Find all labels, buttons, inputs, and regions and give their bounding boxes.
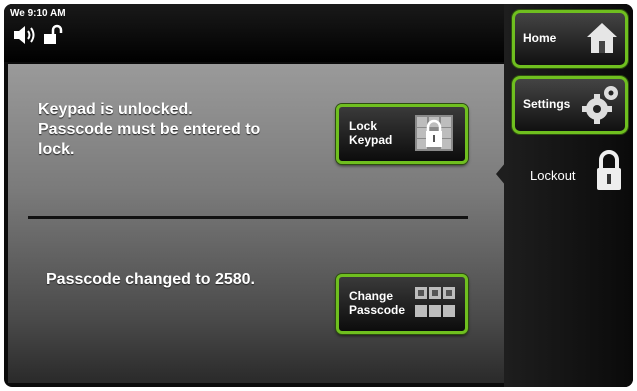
status-bar: We 9:10 AM bbox=[4, 4, 504, 62]
keypad-grid-icon bbox=[415, 287, 455, 322]
house-icon bbox=[585, 21, 619, 58]
lockout-panel: Keypad is unlocked. Passcode must be ent… bbox=[8, 64, 504, 383]
lockout-label: Lockout bbox=[530, 168, 576, 183]
device-screen: We 9:10 AM Keypad is unlocked. Passcode … bbox=[4, 4, 633, 387]
unlocked-padlock-icon bbox=[42, 24, 64, 51]
lock-keypad-button[interactable]: Lock Keypad bbox=[336, 104, 468, 164]
lock-keypad-label-line2: Keypad bbox=[349, 133, 393, 147]
section-divider bbox=[28, 216, 468, 219]
change-passcode-label-line2: Passcode bbox=[349, 303, 406, 317]
change-passcode-label-line1: Change bbox=[349, 289, 394, 303]
sidebar-nav: Home Settings Lockout bbox=[496, 4, 633, 387]
passcode-status-message: Passcode changed to 2580. bbox=[46, 271, 255, 288]
active-pointer bbox=[496, 162, 506, 186]
lock-keypad-label-line1: Lock bbox=[349, 119, 378, 133]
lock-status-message: Keypad is unlocked. Passcode must be ent… bbox=[38, 101, 261, 158]
settings-button[interactable]: Settings bbox=[512, 76, 628, 134]
padlock-icon bbox=[596, 150, 622, 195]
speaker-icon[interactable] bbox=[12, 24, 38, 51]
change-passcode-button[interactable]: Change Passcode bbox=[336, 274, 468, 334]
lock-grid-icon bbox=[415, 115, 453, 154]
home-button[interactable]: Home bbox=[512, 10, 628, 68]
lockout-nav-item[interactable]: Lockout bbox=[496, 144, 633, 204]
settings-label: Settings bbox=[523, 97, 571, 111]
status-time: We 9:10 AM bbox=[10, 8, 66, 19]
gear-icon bbox=[581, 83, 621, 128]
home-label: Home bbox=[523, 31, 557, 45]
